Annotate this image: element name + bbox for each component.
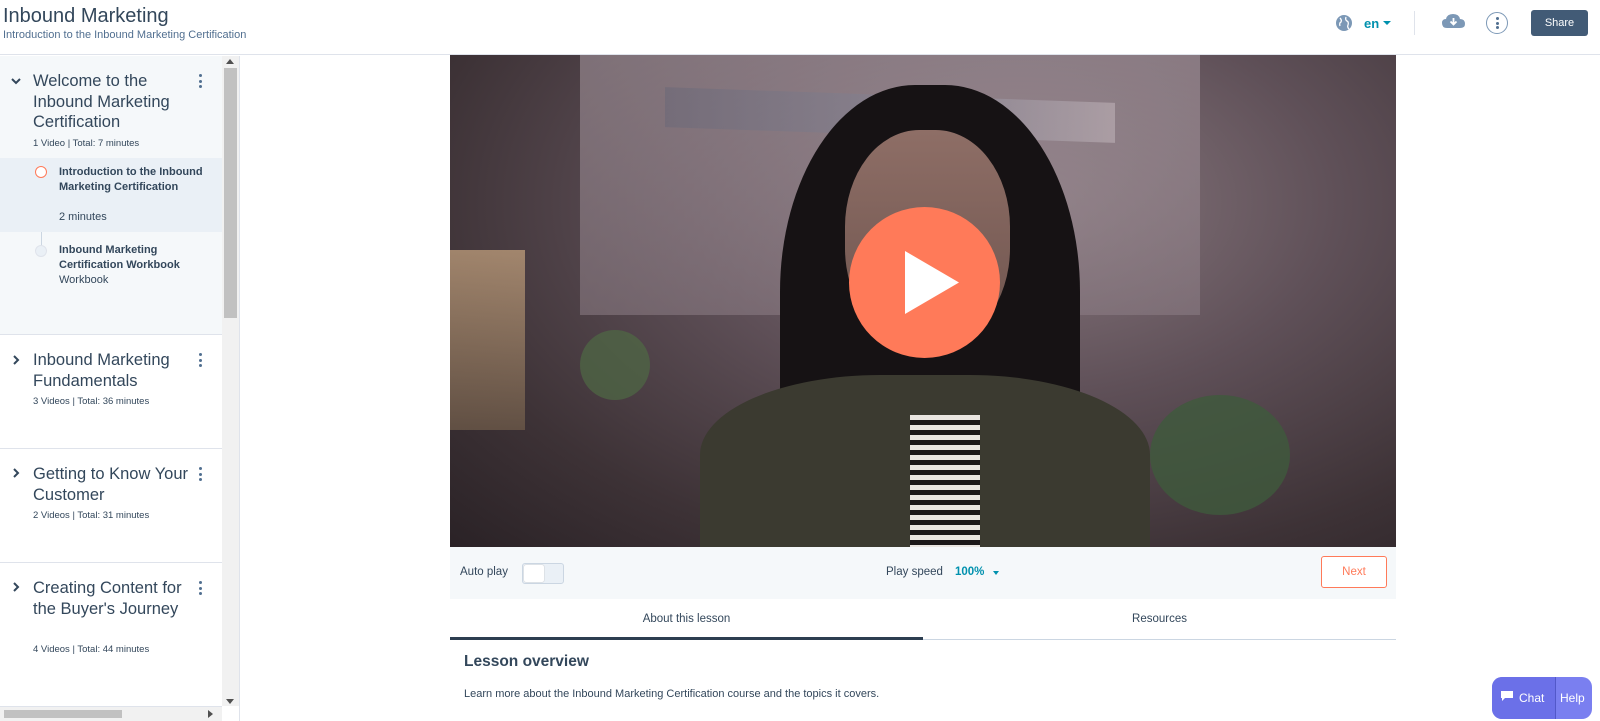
- chevron-right-icon[interactable]: [10, 467, 22, 479]
- video-player[interactable]: [450, 55, 1396, 547]
- section-title[interactable]: Inbound Marketing Fundamentals: [33, 350, 193, 391]
- help-button[interactable]: Help: [1560, 691, 1585, 705]
- lesson-duration: 2 minutes: [59, 211, 107, 223]
- chevron-right-icon[interactable]: [10, 581, 22, 593]
- top-header: Inbound Marketing Introduction to the In…: [0, 0, 1600, 55]
- next-button[interactable]: Next: [1321, 556, 1387, 588]
- scrollbar-thumb[interactable]: [4, 710, 122, 718]
- share-button[interactable]: Share: [1531, 10, 1588, 36]
- chat-label[interactable]: Chat: [1519, 691, 1544, 705]
- cloud-download-icon[interactable]: [1441, 12, 1466, 32]
- chevron-down-icon[interactable]: [993, 571, 999, 575]
- section-options-icon[interactable]: [199, 581, 203, 598]
- tab-about-this-lesson[interactable]: About this lesson: [450, 600, 923, 640]
- play-button[interactable]: [849, 207, 1000, 358]
- section-options-icon[interactable]: [199, 353, 203, 370]
- chevron-down-icon[interactable]: [1383, 21, 1391, 25]
- more-options-icon[interactable]: [1486, 12, 1508, 34]
- video-frame-plant: [1150, 395, 1290, 515]
- toggle-knob[interactable]: [524, 565, 544, 582]
- chevron-right-icon[interactable]: [10, 354, 22, 366]
- scrollbar-thumb[interactable]: [224, 68, 237, 318]
- section-options-icon[interactable]: [199, 74, 203, 91]
- scroll-up-arrow-icon[interactable]: [226, 59, 234, 64]
- page-title: Inbound Marketing: [3, 5, 169, 27]
- chat-bubble-icon: [1501, 691, 1513, 701]
- section-title[interactable]: Welcome to the Inbound Marketing Certifi…: [33, 71, 193, 133]
- video-frame-presenter-shirt: [910, 415, 980, 547]
- scroll-right-arrow-icon[interactable]: [208, 710, 213, 718]
- lesson-item[interactable]: Inbound Marketing Certification Workbook…: [0, 232, 222, 302]
- chat-button[interactable]: Chat: [1492, 677, 1555, 719]
- autoplay-label: Auto play: [460, 566, 508, 578]
- play-speed-selector[interactable]: 100%: [955, 566, 984, 578]
- page-subtitle: Introduction to the Inbound Marketing Ce…: [3, 29, 247, 41]
- chat-divider: [1555, 677, 1556, 719]
- lesson-tabs: About this lesson Resources: [450, 600, 1396, 640]
- course-section[interactable]: Getting to Know Your Customer 2 Videos |…: [0, 449, 222, 563]
- sidebar-vertical-scrollbar[interactable]: [222, 56, 239, 706]
- autoplay-toggle[interactable]: [522, 563, 564, 584]
- video-frame-plant: [580, 330, 650, 400]
- tab-resources[interactable]: Resources: [923, 600, 1396, 640]
- scroll-down-arrow-icon[interactable]: [226, 699, 234, 704]
- lesson-title[interactable]: Inbound Marketing Certification Workbook: [59, 243, 209, 273]
- lesson-status-icon: [35, 166, 47, 178]
- section-title[interactable]: Creating Content for the Buyer's Journey: [33, 578, 193, 619]
- section-meta: 3 Videos | Total: 36 minutes: [33, 396, 150, 407]
- language-selector[interactable]: en: [1364, 16, 1379, 31]
- play-speed-label: Play speed: [886, 566, 943, 578]
- chevron-down-icon[interactable]: [10, 75, 22, 87]
- lesson-type: Workbook: [59, 274, 109, 286]
- lesson-overview-heading: Lesson overview: [464, 653, 589, 670]
- course-section[interactable]: Welcome to the Inbound Marketing Certifi…: [0, 56, 222, 335]
- header-divider: [1414, 11, 1415, 35]
- lesson-title[interactable]: Introduction to the Inbound Marketing Ce…: [59, 165, 209, 195]
- section-meta: 1 Video | Total: 7 minutes: [33, 138, 140, 149]
- course-section[interactable]: Creating Content for the Buyer's Journey…: [0, 563, 222, 707]
- section-meta: 2 Videos | Total: 31 minutes: [33, 510, 150, 521]
- lesson-status-icon: [35, 245, 47, 257]
- lesson-overview-text: Learn more about the Inbound Marketing C…: [464, 688, 880, 700]
- play-icon[interactable]: [849, 207, 1000, 358]
- course-section[interactable]: Inbound Marketing Fundamentals 3 Videos …: [0, 335, 222, 449]
- sidebar-horizontal-scrollbar[interactable]: [0, 707, 222, 721]
- lesson-item[interactable]: Introduction to the Inbound Marketing Ce…: [0, 158, 222, 232]
- globe-icon[interactable]: [1335, 14, 1353, 32]
- section-options-icon[interactable]: [199, 467, 203, 484]
- chat-help-widget[interactable]: Chat Help: [1492, 677, 1592, 719]
- video-frame-lamp: [450, 250, 525, 430]
- player-controls: Auto play Play speed 100% Next: [450, 547, 1396, 599]
- course-sidebar: Welcome to the Inbound Marketing Certifi…: [0, 56, 240, 721]
- section-title[interactable]: Getting to Know Your Customer: [33, 464, 193, 505]
- section-meta: 4 Videos | Total: 44 minutes: [33, 644, 150, 655]
